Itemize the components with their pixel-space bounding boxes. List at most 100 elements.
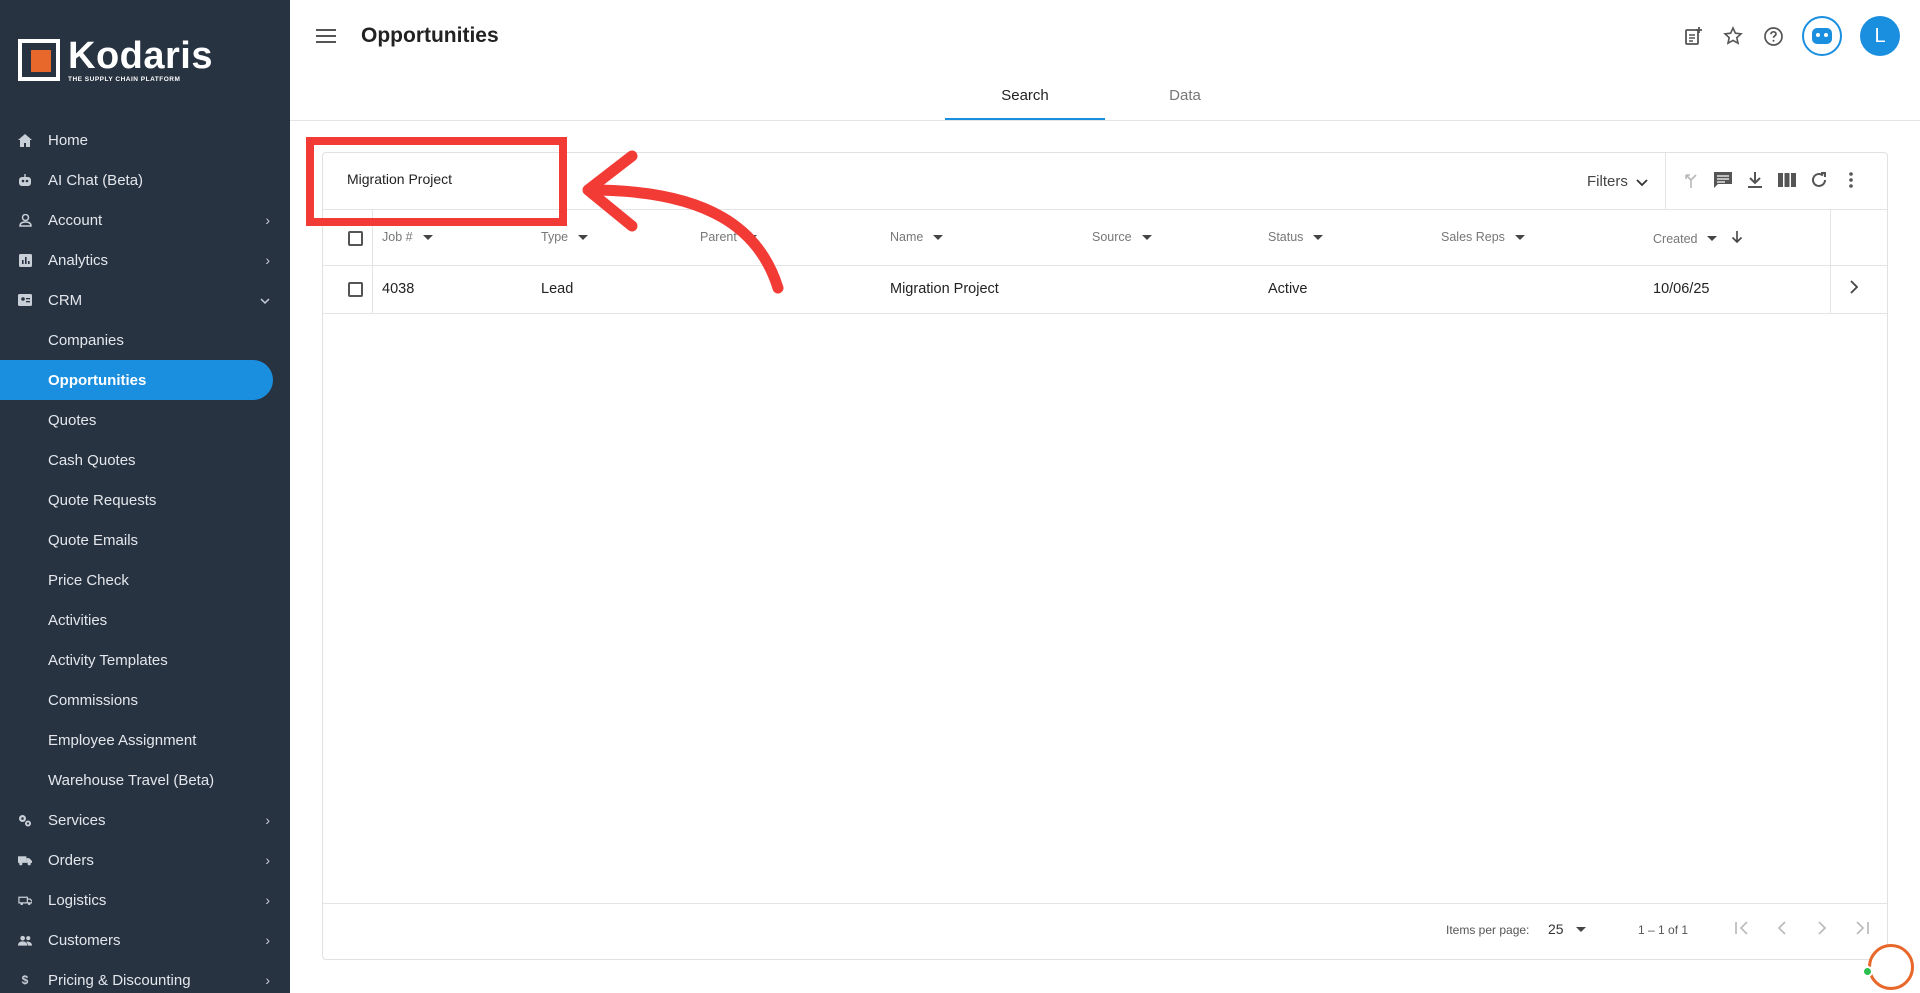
dollar-icon: $ <box>21 973 29 987</box>
sidebar-item-services[interactable]: Services › <box>0 800 290 840</box>
chevron-right-icon: › <box>265 812 270 828</box>
column-header-status[interactable]: Status <box>1268 230 1324 244</box>
caret-down-icon <box>1514 234 1525 240</box>
sidebar-item-label: CRM <box>48 291 83 309</box>
sidebar-item-label: Quotes <box>48 411 97 429</box>
online-status-icon <box>1862 966 1873 977</box>
annotation-arrow-icon <box>582 150 784 294</box>
table-row[interactable]: 4038 Lead Migration Project Active 10/06… <box>323 266 1887 314</box>
refresh-icon[interactable] <box>1809 170 1829 190</box>
column-label: Sales Reps <box>1441 230 1505 244</box>
sidebar-item-orders[interactable]: Orders › <box>0 840 290 880</box>
column-divider <box>1830 210 1831 266</box>
sidebar-item-price-check[interactable]: Price Check <box>0 560 290 600</box>
last-page-icon[interactable] <box>1851 917 1873 939</box>
tab-data[interactable]: Data <box>1105 78 1265 120</box>
sidebar-item-label: Commissions <box>48 691 139 709</box>
sidebar-item-commissions[interactable]: Commissions <box>0 680 290 720</box>
sidebar-item-warehouse-travel[interactable]: Warehouse Travel (Beta) <box>0 760 290 800</box>
sidebar-item-customers[interactable]: Customers › <box>0 920 290 960</box>
avatar[interactable]: L <box>1860 16 1900 56</box>
sidebar-item-label: Account <box>48 211 103 229</box>
first-page-icon[interactable] <box>1731 917 1753 939</box>
page-range: 1 – 1 of 1 <box>1638 923 1689 937</box>
row-checkbox[interactable] <box>348 282 363 297</box>
sidebar-item-pricing[interactable]: $ Pricing & Discounting › <box>0 960 290 993</box>
shipping-icon <box>18 893 32 907</box>
column-label: Created <box>1653 231 1698 246</box>
cell-job: 4038 <box>382 281 415 297</box>
sidebar-item-employee-assignment[interactable]: Employee Assignment <box>0 720 290 760</box>
sidebar-item-ai-chat[interactable]: AI Chat (Beta) <box>0 160 290 200</box>
items-per-page-select[interactable]: 25 <box>1548 921 1586 937</box>
caret-down-icon <box>933 234 944 240</box>
sidebar-item-activities[interactable]: Activities <box>0 600 290 640</box>
sidebar-item-label: Analytics <box>48 251 109 269</box>
filters-dropdown[interactable]: Filters <box>1587 173 1648 190</box>
column-label: Status <box>1268 230 1304 244</box>
sidebar-item-label: Opportunities <box>48 371 147 389</box>
truck-icon <box>18 853 32 867</box>
top-actions: L <box>1682 16 1900 56</box>
sidebar-item-label: Home <box>48 131 89 149</box>
sidebar-item-cash-quotes[interactable]: Cash Quotes <box>0 440 290 480</box>
sidebar-item-home[interactable]: Home <box>0 120 290 160</box>
filters-label: Filters <box>1587 173 1628 190</box>
home-icon <box>18 133 32 147</box>
next-page-icon[interactable] <box>1811 917 1833 939</box>
annotation-highlight-box <box>306 137 567 226</box>
sidebar-item-label: Quote Emails <box>48 531 139 549</box>
tab-search[interactable]: Search <box>945 78 1105 120</box>
sidebar-item-label: Price Check <box>48 571 129 589</box>
sidebar-item-crm[interactable]: CRM <box>0 280 290 320</box>
download-icon[interactable] <box>1745 170 1765 190</box>
sidebar-item-quote-emails[interactable]: Quote Emails <box>0 520 290 560</box>
sidebar-item-label: Companies <box>48 331 124 349</box>
top-bar: Opportunities L <box>290 0 1920 72</box>
sidebar-item-companies[interactable]: Companies <box>0 320 290 360</box>
brand-name: Kodaris <box>68 35 213 77</box>
sidebar-item-quote-requests[interactable]: Quote Requests <box>0 480 290 520</box>
select-all-checkbox[interactable] <box>348 231 363 246</box>
caret-down-icon <box>1707 236 1718 241</box>
columns-icon[interactable] <box>1777 170 1797 190</box>
more-vert-icon[interactable] <box>1841 170 1861 190</box>
ai-assistant-button[interactable] <box>1802 16 1842 56</box>
cell-name: Migration Project <box>890 281 999 297</box>
gears-icon <box>18 813 32 827</box>
sidebar-item-label: Orders <box>48 851 94 869</box>
sidebar-item-account[interactable]: Account › <box>0 200 290 240</box>
sidebar-item-quotes[interactable]: Quotes <box>0 400 290 440</box>
sidebar-item-label: Activity Templates <box>48 651 168 669</box>
sidebar-item-activity-templates[interactable]: Activity Templates <box>0 640 290 680</box>
chat-widget-icon[interactable] <box>1868 944 1914 990</box>
sidebar-item-label: Activities <box>48 611 108 629</box>
column-divider <box>372 266 373 314</box>
help-icon[interactable] <box>1762 25 1784 47</box>
sidebar-item-analytics[interactable]: Analytics › <box>0 240 290 280</box>
column-header-created[interactable]: Created <box>1653 230 1743 247</box>
chevron-right-icon: › <box>265 252 270 268</box>
merge-icon[interactable] <box>1681 170 1701 190</box>
previous-page-icon[interactable] <box>1771 917 1793 939</box>
person-icon <box>18 213 32 227</box>
sort-desc-icon[interactable] <box>1731 230 1743 247</box>
column-header-sales-reps[interactable]: Sales Reps <box>1441 230 1525 244</box>
caret-down-icon <box>1575 926 1586 932</box>
column-header-job[interactable]: Job # <box>382 230 433 244</box>
sidebar-item-opportunities[interactable]: Opportunities <box>0 360 273 400</box>
menu-icon[interactable] <box>316 29 336 43</box>
comment-icon[interactable] <box>1713 170 1733 190</box>
brand-logo[interactable]: Kodaris THE SUPPLY CHAIN PLATFORM <box>0 0 290 120</box>
add-note-icon[interactable] <box>1682 25 1704 47</box>
column-header-name[interactable]: Name <box>890 230 944 244</box>
column-header-source[interactable]: Source <box>1092 230 1152 244</box>
chevron-right-icon: › <box>265 972 270 988</box>
sidebar-item-label: Warehouse Travel (Beta) <box>48 771 215 789</box>
star-icon[interactable] <box>1722 25 1744 47</box>
results-card: Filters Job # Type Parent Name Source St… <box>322 152 1888 960</box>
sidebar-item-label: Customers <box>48 931 121 949</box>
sidebar-item-logistics[interactable]: Logistics › <box>0 880 290 920</box>
chevron-right-icon[interactable] <box>1849 278 1859 299</box>
page-tabs: Search Data <box>945 78 1265 120</box>
